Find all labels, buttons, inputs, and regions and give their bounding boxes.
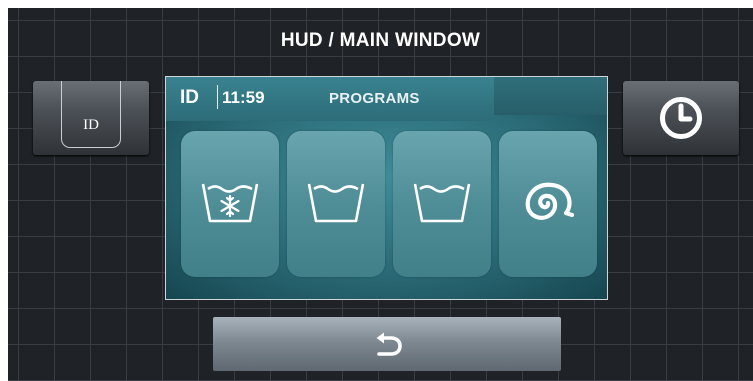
id-button-label: ID (83, 117, 99, 133)
wash-icon (307, 183, 365, 223)
back-arrow-icon (376, 332, 402, 356)
program-tile-wash-2[interactable] (393, 131, 491, 277)
clock-button[interactable] (623, 81, 739, 155)
spin-icon (525, 182, 575, 220)
id-card-frame: ID (61, 81, 121, 148)
header-time: 11:59 (222, 88, 265, 107)
hud-frame: HUD / MAIN WINDOW ID ID 11:59 PROGRAMS (8, 8, 753, 381)
program-tile-spin[interactable] (499, 131, 597, 277)
header-separator (217, 85, 218, 109)
clock-icon (660, 97, 702, 139)
window-title: HUD / MAIN WINDOW (280, 30, 481, 51)
program-tile-wash-1[interactable] (287, 131, 385, 277)
wash-cold-icon (201, 183, 259, 223)
header-section-title: PROGRAMS (329, 90, 420, 107)
program-tile-cold-wash[interactable] (181, 131, 279, 277)
wash-icon (413, 183, 471, 223)
id-button[interactable]: ID (33, 81, 149, 155)
header-id: ID (180, 87, 199, 108)
back-button[interactable] (213, 317, 561, 371)
program-screen: ID 11:59 PROGRAMS (165, 76, 608, 300)
